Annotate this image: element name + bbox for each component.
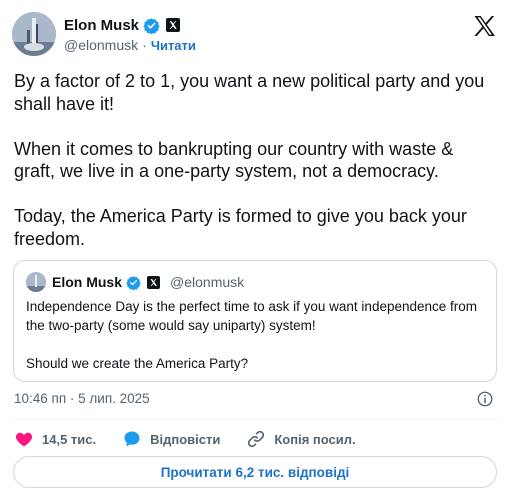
rocket-launch-icon (26, 272, 46, 292)
quoted-tweet[interactable]: Elon Musk @elonmusk Independence Day is … (13, 260, 497, 382)
tweet-paragraph: When it comes to bankrupting our country… (14, 138, 454, 182)
copy-link-label: Копія посил. (274, 431, 356, 447)
heart-icon (15, 432, 33, 447)
tweet-paragraph: By a factor of 2 to 1, you want a new po… (14, 71, 485, 114)
quoted-author-handle: @elonmusk (170, 274, 245, 290)
x-logo-icon[interactable] (472, 14, 496, 38)
x-affiliation-icon (147, 275, 161, 289)
read-replies-label: Прочитати 6,2 тис. відповіді (160, 464, 350, 480)
reply-label: Відповісти (150, 431, 221, 447)
copy-link-button[interactable]: Копія посил. (246, 429, 356, 449)
follow-link[interactable]: Читати (151, 38, 196, 53)
avatar[interactable] (12, 12, 56, 56)
author-handle-row: @elonmusk · Читати (64, 37, 196, 53)
quoted-avatar (26, 272, 46, 292)
tweet-timestamp[interactable]: 10:46 пп · 5 лип. 2025 (14, 391, 150, 406)
x-affiliation-icon (166, 18, 181, 32)
quoted-paragraph: Should we create the America Party? (26, 356, 249, 371)
author-handle[interactable]: @elonmusk (64, 37, 138, 53)
author-name[interactable]: Elon Musk (64, 17, 139, 34)
rocket-launch-icon (12, 12, 56, 56)
quoted-paragraph: Independence Day is the perfect time to … (26, 299, 478, 333)
tweet-actions: 14,5 тис. Відповісти Копія посил. (14, 428, 382, 450)
read-replies-button[interactable]: Прочитати 6,2 тис. відповіді (13, 456, 497, 488)
separator-dot: · (142, 37, 147, 53)
reply-button[interactable]: Відповісти (122, 429, 220, 449)
verified-badge-icon (126, 275, 141, 290)
tweet-card: Elon Musk @elonmusk · Читати By a factor… (0, 0, 512, 502)
tweet-text: By a factor of 2 to 1, you want a new po… (14, 70, 498, 273)
tweet-header: Elon Musk @elonmusk · Читати (12, 12, 500, 58)
like-button[interactable]: 14,5 тис. (14, 429, 96, 449)
author-name-row: Elon Musk (64, 16, 181, 34)
quoted-tweet-text: Independence Day is the perfect time to … (26, 297, 486, 392)
info-icon[interactable] (476, 390, 494, 408)
quoted-tweet-header: Elon Musk @elonmusk (26, 272, 244, 292)
tweet-paragraph: Today, the America Party is formed to gi… (14, 206, 467, 249)
divider (14, 419, 498, 420)
link-icon (248, 430, 265, 448)
speech-bubble-icon (124, 431, 140, 447)
quoted-author-name: Elon Musk (52, 274, 123, 290)
like-count: 14,5 тис. (42, 431, 97, 447)
verified-badge-icon (143, 17, 160, 34)
